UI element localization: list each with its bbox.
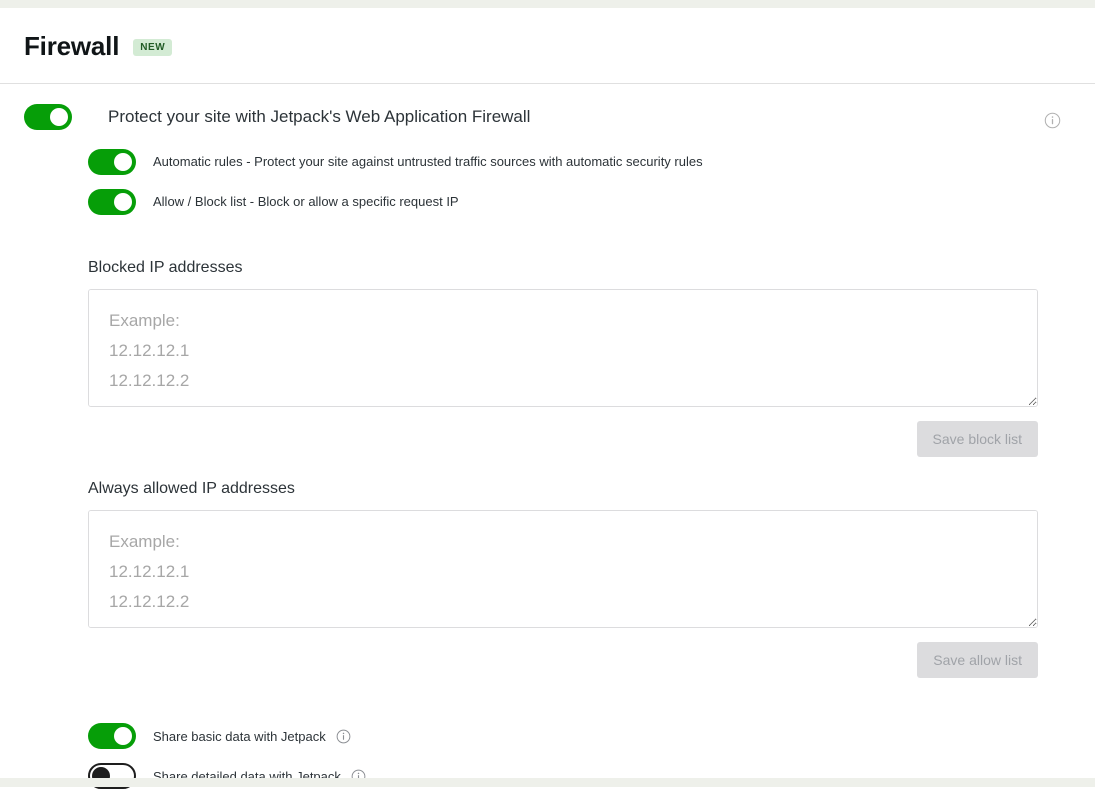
save-allow-list-button[interactable]: Save allow list [917,642,1038,679]
automatic-rules-toggle[interactable] [88,149,136,175]
page-title: Firewall [24,30,120,61]
allow-block-list-label: Allow / Block list - Block or allow a sp… [153,193,459,209]
share-basic-data-label: Share basic data with Jetpack [153,728,326,744]
allowed-ip-button-row: Save allow list [88,642,1038,679]
info-circle-icon[interactable] [1044,112,1061,129]
save-block-list-button[interactable]: Save block list [916,421,1038,458]
automatic-rules-label: Automatic rules - Protect your site agai… [153,153,703,169]
firewall-page: Firewall NEW Protect your site with Jetp… [0,8,1095,790]
share-detailed-data-row: Share detailed data with Jetpack [88,756,1071,796]
allow-block-list-row: Allow / Block list - Block or allow a sp… [88,182,1071,222]
master-firewall-toggle[interactable] [24,104,72,130]
toggle-knob [114,153,132,171]
toggle-knob [114,193,132,211]
new-badge: NEW [133,39,173,56]
page-header: Firewall NEW [0,8,1095,84]
allow-block-list-toggle[interactable] [88,189,136,215]
share-basic-data-toggle[interactable] [88,723,136,750]
toggle-knob [50,108,68,126]
master-firewall-row: Protect your site with Jetpack's Web App… [0,84,1095,130]
automatic-rules-row: Automatic rules - Protect your site agai… [88,142,1071,182]
blocked-ip-section: Blocked IP addresses Save block list [0,258,1095,458]
top-chrome-band [0,0,1095,8]
allowed-ip-label: Always allowed IP addresses [88,480,295,498]
toggle-knob [114,727,132,746]
share-basic-data-row: Share basic data with Jetpack [88,716,1071,756]
blocked-ip-label: Blocked IP addresses [88,259,243,276]
info-circle-icon[interactable] [336,729,351,744]
allowed-ip-textarea[interactable] [88,510,1038,629]
page-content: Protect your site with Jetpack's Web App… [0,84,1095,796]
allowed-ip-section: Always allowed IP addresses Save allow l… [0,479,1095,679]
blocked-ip-button-row: Save block list [88,421,1038,458]
bottom-chrome-band [0,778,1095,787]
blocked-ip-textarea[interactable] [88,289,1038,408]
sub-toggle-group: Automatic rules - Protect your site agai… [0,130,1095,222]
master-firewall-label: Protect your site with Jetpack's Web App… [108,106,531,126]
